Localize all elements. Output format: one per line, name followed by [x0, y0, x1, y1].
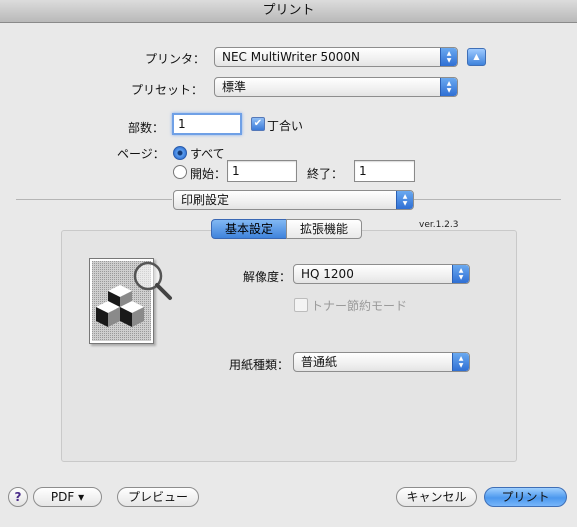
up-down-arrows-icon: ▲ ▼	[440, 78, 457, 96]
copies-input[interactable]: 1	[172, 113, 242, 135]
pages-from-label: 開始：	[190, 167, 227, 181]
pages-label: ページ：	[117, 147, 165, 161]
preset-popup-value: 標準	[222, 80, 247, 94]
pdf-button[interactable]: PDF ▾	[33, 487, 102, 507]
paper-type-label: 用紙種類：	[229, 358, 290, 372]
preset-popup[interactable]: 標準 ▲ ▼	[214, 77, 458, 97]
copies-label: 部数：	[128, 121, 165, 135]
tab-extended-features[interactable]: 拡張機能	[286, 219, 362, 239]
paper-type-popup[interactable]: 普通紙 ▲ ▼	[293, 352, 470, 372]
disclosure-triangle-icon[interactable]: ▲	[467, 48, 486, 66]
up-down-arrows-icon: ▲ ▼	[452, 353, 469, 371]
preview-button[interactable]: プレビュー	[117, 487, 199, 507]
resolution-label: 解像度：	[243, 270, 292, 284]
window-title: プリント	[0, 0, 577, 23]
up-down-arrows-icon: ▲ ▼	[452, 265, 469, 283]
help-button[interactable]: ?	[8, 487, 28, 507]
collate-checkbox[interactable]: ✔	[251, 117, 265, 131]
resolution-popup[interactable]: HQ 1200 ▲ ▼	[293, 264, 470, 284]
up-down-arrows-icon: ▲ ▼	[440, 48, 457, 66]
printer-popup[interactable]: NEC MultiWriter 5000N ▲ ▼	[214, 47, 458, 67]
toner-save-checkbox[interactable]	[294, 298, 308, 312]
up-down-arrows-icon: ▲ ▼	[396, 191, 413, 209]
cancel-button[interactable]: キャンセル	[396, 487, 477, 507]
pages-to-label: 終了：	[307, 167, 344, 181]
version-label: ver.1.2.3	[419, 220, 459, 230]
pages-to-input[interactable]: 1	[354, 160, 415, 182]
section-popup[interactable]: 印刷設定 ▲ ▼	[173, 190, 414, 210]
toner-save-label: トナー節約モード	[311, 299, 408, 313]
pages-from-input[interactable]: 1	[227, 160, 297, 182]
preset-label: プリセット：	[131, 83, 204, 97]
pages-range-radio[interactable]	[173, 165, 187, 179]
section-popup-value: 印刷設定	[181, 193, 230, 207]
section-divider-right	[413, 199, 561, 200]
pages-all-label: すべて	[190, 147, 225, 161]
collate-label: 丁合い	[267, 119, 304, 133]
pages-all-radio[interactable]	[173, 146, 187, 160]
printer-popup-value: NEC MultiWriter 5000N	[222, 50, 361, 64]
tab-basic-settings[interactable]: 基本設定	[211, 219, 287, 239]
printer-label: プリンタ：	[145, 52, 206, 66]
print-button[interactable]: プリント	[484, 487, 567, 507]
magnifier-icon	[133, 261, 172, 300]
section-divider-left	[16, 199, 172, 200]
paper-type-popup-value: 普通紙	[301, 355, 338, 369]
resolution-popup-value: HQ 1200	[301, 267, 354, 281]
